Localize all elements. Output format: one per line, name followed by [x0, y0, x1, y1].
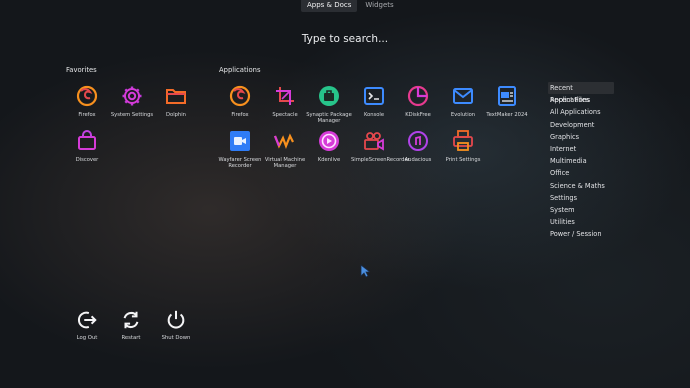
- category-recent-applications[interactable]: Recent Applications: [548, 82, 614, 104]
- favorite-firefox[interactable]: Firefox: [64, 84, 110, 118]
- app-label: Firefox: [78, 112, 96, 118]
- category-settings[interactable]: Settings: [548, 192, 614, 204]
- video-camera-icon: [362, 129, 386, 153]
- app-kdiskfree[interactable]: KDiskFree: [395, 84, 441, 118]
- printer-icon: [451, 129, 475, 153]
- restart-icon: [108, 309, 154, 331]
- app-label: Virtual Machine Manager: [264, 157, 306, 169]
- app-spectacle[interactable]: Spectacle: [262, 84, 308, 118]
- mouse-cursor-icon: [360, 263, 372, 282]
- app-label: Audacious: [404, 157, 432, 163]
- app-synaptic[interactable]: Synaptic Package Manager: [306, 84, 352, 124]
- shutdown-button[interactable]: Shut Down: [153, 309, 199, 341]
- terminal-icon: [362, 84, 386, 108]
- category-graphics[interactable]: Graphics: [548, 131, 614, 143]
- app-virt-manager[interactable]: Virtual Machine Manager: [262, 129, 308, 169]
- app-label: Discover: [75, 157, 99, 163]
- power-icon: [153, 309, 199, 331]
- mail-icon: [451, 84, 475, 108]
- favorite-discover[interactable]: Discover: [64, 129, 110, 163]
- category-utilities[interactable]: Utilities: [548, 216, 614, 228]
- document-icon: [495, 84, 519, 108]
- app-label: Print Settings: [445, 157, 481, 163]
- app-label: Synaptic Package Manager: [306, 112, 352, 124]
- app-firefox[interactable]: Firefox: [217, 84, 263, 118]
- category-internet[interactable]: Internet: [548, 143, 614, 155]
- logout-icon: [64, 309, 110, 331]
- app-wayfarer[interactable]: Wayfarer Screen Recorder: [217, 129, 263, 169]
- app-label: SimpleScreenRecorder: [351, 157, 410, 163]
- firefox-icon: [228, 84, 252, 108]
- category-power-session[interactable]: Power / Session: [548, 228, 614, 240]
- app-label: KDiskFree: [405, 112, 431, 118]
- app-label: System Settings: [110, 112, 154, 118]
- logout-button[interactable]: Log Out: [64, 309, 110, 341]
- pie-chart-icon: [406, 84, 430, 108]
- app-print-settings[interactable]: Print Settings: [440, 129, 486, 163]
- app-label: Evolution: [450, 112, 476, 118]
- virtual-machine-icon: [273, 129, 297, 153]
- applications-title: Applications: [219, 66, 261, 74]
- search-field[interactable]: Type to search...: [0, 33, 690, 45]
- crop-icon: [273, 84, 297, 108]
- app-kdenlive[interactable]: Kdenlive: [306, 129, 352, 163]
- category-list: Recent Applications Recent Files All App…: [548, 82, 614, 240]
- app-label: Spectacle: [272, 112, 298, 118]
- app-label: Konsole: [363, 112, 385, 118]
- app-textmaker[interactable]: TextMaker 2024: [484, 84, 530, 118]
- category-multimedia[interactable]: Multimedia: [548, 155, 614, 167]
- app-konsole[interactable]: Konsole: [351, 84, 397, 118]
- audio-player-icon: [406, 129, 430, 153]
- gear-icon: [120, 84, 144, 108]
- app-evolution[interactable]: Evolution: [440, 84, 486, 118]
- category-system[interactable]: System: [548, 204, 614, 216]
- shutdown-label: Shut Down: [161, 335, 191, 341]
- view-tabs: Apps & Docs Widgets: [301, 0, 400, 12]
- package-manager-icon: [317, 84, 341, 108]
- category-office[interactable]: Office: [548, 167, 614, 179]
- category-development[interactable]: Development: [548, 119, 614, 131]
- restart-button[interactable]: Restart: [108, 309, 154, 341]
- app-label: TextMaker 2024: [486, 112, 528, 118]
- app-label: Dolphin: [166, 112, 186, 118]
- favorite-dolphin[interactable]: Dolphin: [153, 84, 199, 118]
- category-recent-files[interactable]: Recent Files: [548, 94, 614, 106]
- category-science-maths[interactable]: Science & Maths: [548, 180, 614, 192]
- folder-icon: [164, 84, 188, 108]
- shopping-bag-icon: [75, 129, 99, 153]
- app-label: Kdenlive: [317, 157, 341, 163]
- category-all-applications[interactable]: All Applications: [548, 106, 614, 118]
- app-label: Wayfarer Screen Recorder: [218, 157, 262, 169]
- video-editor-icon: [317, 129, 341, 153]
- favorite-system-settings[interactable]: System Settings: [109, 84, 155, 118]
- logout-label: Log Out: [76, 335, 98, 341]
- tab-apps-docs[interactable]: Apps & Docs: [301, 0, 358, 12]
- favorites-title: Favorites: [66, 66, 97, 74]
- app-audacious[interactable]: Audacious: [395, 129, 441, 163]
- app-simplescreenrecorder[interactable]: SimpleScreenRecorder: [351, 129, 410, 163]
- firefox-icon: [75, 84, 99, 108]
- restart-label: Restart: [121, 335, 141, 341]
- camera-icon: [228, 129, 252, 153]
- app-label: Firefox: [231, 112, 249, 118]
- tab-widgets[interactable]: Widgets: [359, 0, 399, 12]
